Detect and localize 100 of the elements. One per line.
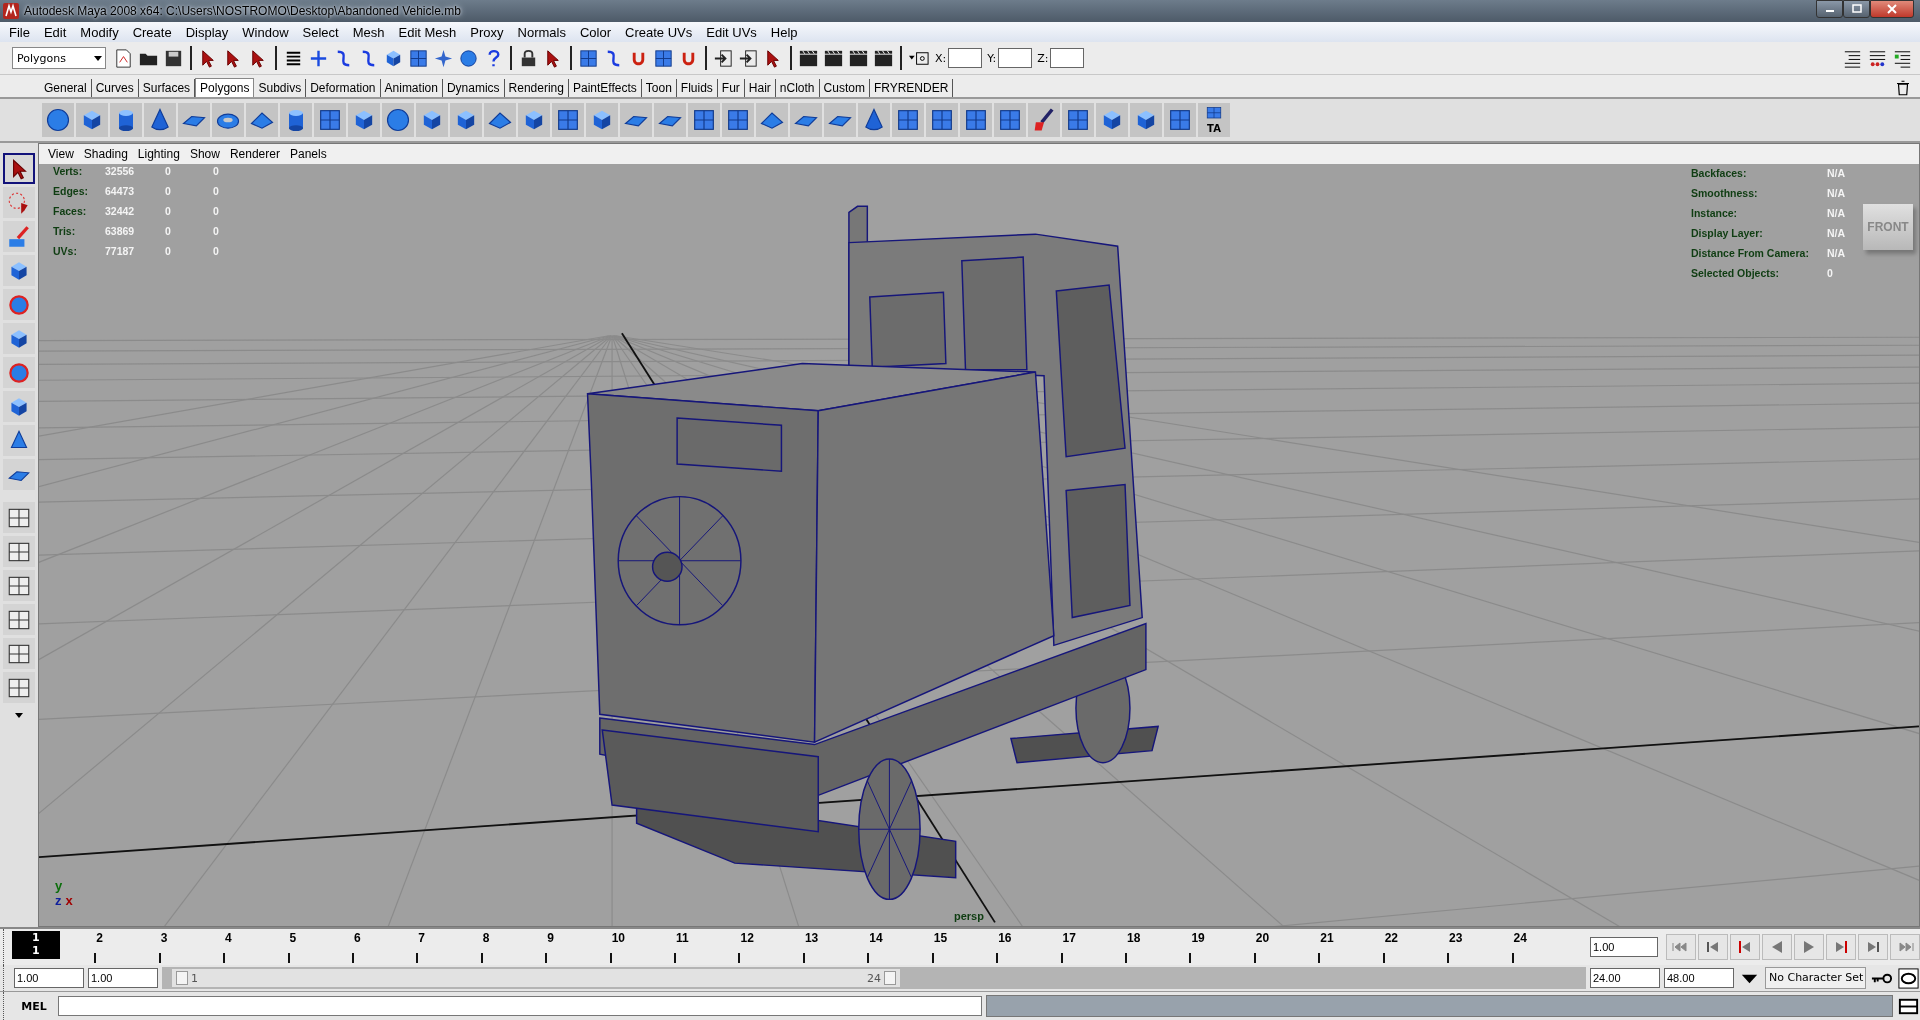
- shelf-button[interactable]: TA: [1198, 103, 1230, 137]
- step-forward-key-button[interactable]: [1858, 934, 1888, 960]
- plane-icon[interactable]: [620, 103, 652, 137]
- start-time-field[interactable]: 1.00: [14, 968, 84, 988]
- cone-icon[interactable]: [144, 103, 176, 137]
- panel-layout-icon[interactable]: [3, 672, 35, 703]
- character-set-field[interactable]: No Character Set: [1765, 967, 1866, 989]
- lasso-icon[interactable]: [3, 187, 35, 218]
- cube-icon[interactable]: [1096, 103, 1128, 137]
- cube-icon[interactable]: [518, 103, 550, 137]
- menu-item[interactable]: Normals: [510, 24, 573, 40]
- panel-menu-item[interactable]: Lighting: [132, 147, 185, 161]
- plane-icon[interactable]: [3, 459, 35, 490]
- plane-icon[interactable]: [654, 103, 686, 137]
- grid-icon[interactable]: [960, 103, 992, 137]
- torus-icon[interactable]: [212, 103, 244, 137]
- menu-item[interactable]: Mesh: [345, 24, 392, 40]
- panel-menu-item[interactable]: View: [43, 147, 79, 161]
- mode-dropdown[interactable]: Polygons: [12, 47, 106, 69]
- grid-icon[interactable]: [688, 103, 720, 137]
- cube-icon[interactable]: [586, 103, 618, 137]
- trash-icon[interactable]: [1894, 79, 1912, 97]
- menu-item[interactable]: Display: [178, 24, 236, 40]
- range-handle[interactable]: [176, 971, 188, 985]
- panel-menu-item[interactable]: Show: [184, 147, 225, 161]
- grid-icon[interactable]: [1062, 103, 1094, 137]
- hud-value: 0: [165, 164, 172, 178]
- panel-layout-icon[interactable]: [3, 536, 35, 567]
- pyramid-icon[interactable]: [484, 103, 516, 137]
- menu-item[interactable]: Color: [572, 24, 619, 40]
- minimize-button[interactable]: [1816, 0, 1843, 18]
- menu-item[interactable]: Help: [763, 24, 805, 40]
- cube-icon[interactable]: [3, 323, 35, 354]
- plane-icon[interactable]: [178, 103, 210, 137]
- panel-menu-item[interactable]: Panels: [284, 147, 332, 161]
- panel-layout-icon[interactable]: [3, 638, 35, 669]
- coordinate-field[interactable]: [948, 48, 983, 68]
- current-time-field[interactable]: 1.00: [1590, 937, 1658, 957]
- animation-preferences-icon[interactable]: [1897, 966, 1920, 990]
- hud-value: 77187: [105, 244, 136, 258]
- cursor-icon[interactable]: [3, 153, 35, 184]
- step-forward-frame-button[interactable]: [1826, 934, 1856, 960]
- pyramid-icon[interactable]: [756, 103, 788, 137]
- menu-item[interactable]: Window: [235, 24, 296, 40]
- cube-icon[interactable]: [3, 391, 35, 422]
- menu-item[interactable]: Edit: [36, 24, 74, 40]
- dropdown-arrow-icon[interactable]: [14, 710, 24, 720]
- plane-icon[interactable]: [824, 103, 856, 137]
- grid-icon[interactable]: [892, 103, 924, 137]
- pyramid-icon[interactable]: [246, 103, 278, 137]
- grid-icon[interactable]: [926, 103, 958, 137]
- play-forwards-button[interactable]: [1794, 934, 1824, 960]
- menu-item[interactable]: Create: [125, 24, 179, 40]
- panel-layout-icon[interactable]: [3, 502, 35, 533]
- play-backwards-button[interactable]: [1762, 934, 1792, 960]
- playback-end-field[interactable]: 24.00: [1590, 968, 1660, 988]
- command-language-label[interactable]: MEL: [14, 999, 54, 1013]
- coordinate-field[interactable]: [998, 48, 1033, 68]
- panel-menu-item[interactable]: Renderer: [224, 147, 285, 161]
- hud-label: Display Layer:: [1691, 226, 1764, 240]
- step-back-key-button[interactable]: [1698, 934, 1728, 960]
- menu-item[interactable]: Select: [295, 24, 346, 40]
- go-to-end-button[interactable]: [1890, 934, 1920, 960]
- menu-item[interactable]: Modify: [73, 24, 126, 40]
- menu-item[interactable]: Edit UVs: [699, 24, 764, 40]
- menu-item[interactable]: Proxy: [463, 24, 511, 40]
- cube-icon[interactable]: [416, 103, 448, 137]
- panel-layout-icon[interactable]: [3, 604, 35, 635]
- cube-icon[interactable]: [76, 103, 108, 137]
- maximize-button[interactable]: [1843, 0, 1870, 18]
- menu-item[interactable]: Edit Mesh: [391, 24, 464, 40]
- shelf-tab[interactable]: Polygons: [195, 78, 255, 97]
- cube-icon[interactable]: [450, 103, 482, 137]
- command-input-field[interactable]: [58, 996, 982, 1016]
- cube-icon[interactable]: [3, 255, 35, 286]
- playback-start-field[interactable]: 1.00: [88, 968, 158, 988]
- cube-icon[interactable]: [348, 103, 380, 137]
- brush-icon[interactable]: [1028, 103, 1060, 137]
- go-to-start-button[interactable]: [1666, 934, 1696, 960]
- grid-icon[interactable]: [722, 103, 754, 137]
- menu-item[interactable]: Create UVs: [618, 24, 700, 40]
- panel-layout-icon[interactable]: [3, 570, 35, 601]
- step-back-frame-button[interactable]: [1730, 934, 1760, 960]
- grid-icon[interactable]: [1164, 103, 1196, 137]
- cylinder-icon[interactable]: [280, 103, 312, 137]
- range-slider-bar[interactable]: 1 24: [172, 969, 900, 987]
- end-time-field[interactable]: 48.00: [1664, 968, 1734, 988]
- coordinate-field[interactable]: [1050, 48, 1085, 68]
- range-handle[interactable]: [884, 971, 896, 985]
- plane-icon[interactable]: [790, 103, 822, 137]
- cone-icon[interactable]: [3, 425, 35, 456]
- close-button[interactable]: [1870, 0, 1914, 18]
- menu-item[interactable]: File: [2, 24, 37, 40]
- panel-menu-item[interactable]: Shading: [78, 147, 133, 161]
- grid-icon[interactable]: [552, 103, 584, 137]
- grid-icon[interactable]: [994, 103, 1026, 137]
- cube-icon[interactable]: [1130, 103, 1162, 137]
- cylinder-icon[interactable]: [110, 103, 142, 137]
- cone-icon[interactable]: [858, 103, 890, 137]
- grid-icon[interactable]: [314, 103, 346, 137]
